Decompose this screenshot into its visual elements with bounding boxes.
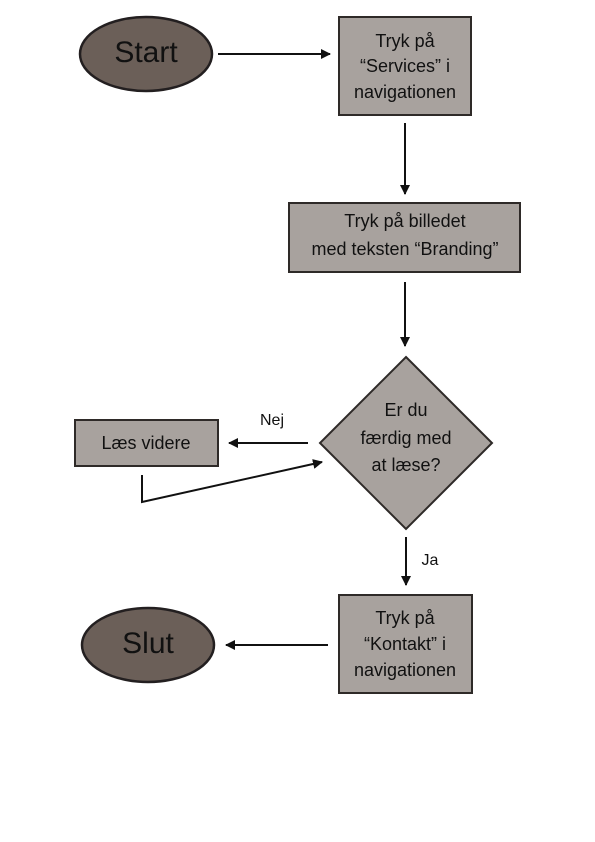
step-branding-line-2: med teksten “Branding” [311,239,498,259]
decision-line-2: færdig med [360,428,451,448]
read-more-node: Læs videre [74,419,219,467]
end-node: Slut [80,606,216,684]
arrow-read-more-to-decision [141,459,323,504]
step-services-line-2: “Services” i [360,56,450,76]
step-branding-node: Tryk på billedet med teksten “Branding” [288,202,521,273]
step-contact-node: Tryk på “Kontakt” i navigationen [338,594,473,694]
read-more-label: Læs videre [101,433,190,453]
step-branding-line-1: Tryk på billedet [344,211,465,231]
start-label: Start [114,36,178,69]
start-node: Start [78,15,214,93]
edge-label-no: Nej [260,412,284,429]
step-contact-line-1: Tryk på [375,608,435,628]
edge-label-yes: Ja [422,552,439,569]
end-label: Slut [122,627,174,660]
flowchart: Start Tryk på “Services” i navigationen … [74,15,521,694]
step-contact-line-3: navigationen [354,660,456,680]
step-services-line-1: Tryk på [375,31,435,51]
step-services-line-3: navigationen [354,82,456,102]
decision-line-3: at læse? [371,455,440,475]
decision-line-1: Er du [384,400,427,420]
decision-node: Er du færdig med at læse? [318,355,494,531]
step-contact-line-2: “Kontakt” i [364,634,446,654]
step-services-node: Tryk på “Services” i navigationen [338,16,472,116]
